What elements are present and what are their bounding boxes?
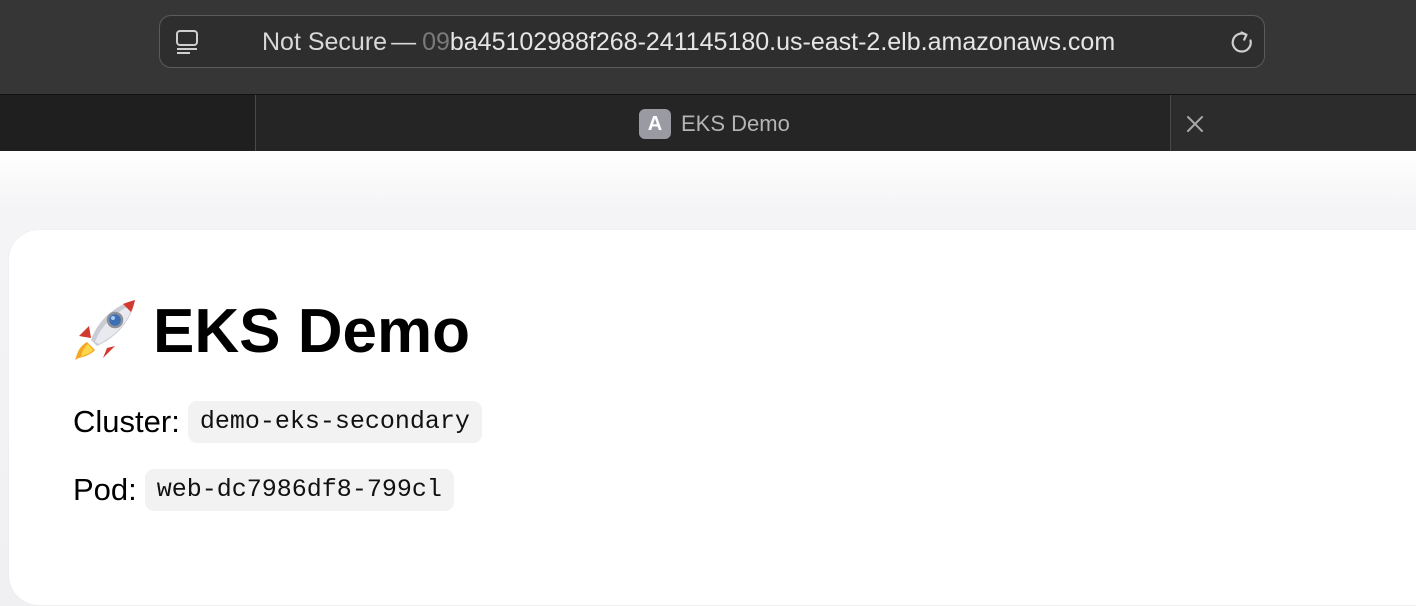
info-card: EKS Demo Cluster: demo-eks-secondary Pod:…	[9, 230, 1416, 605]
close-icon[interactable]	[1182, 111, 1208, 137]
cluster-row: Cluster: demo-eks-secondary	[73, 401, 482, 443]
url-faded-prefix: 09	[422, 28, 450, 56]
reload-icon[interactable]	[1229, 29, 1257, 57]
tab-favicon: A	[639, 109, 671, 139]
page-menu-icon[interactable]	[174, 29, 200, 55]
page-title: EKS Demo	[73, 296, 470, 368]
url-separator: —	[391, 28, 417, 56]
cluster-label: Cluster:	[73, 404, 180, 439]
rocket-icon	[73, 296, 143, 362]
pod-label: Pod:	[73, 472, 137, 507]
pod-row: Pod: web-dc7986df8-799cl	[73, 469, 454, 511]
tab-strip: A EKS Demo	[0, 94, 1416, 152]
browser-toolbar: Not Secure —09ba45102988f268-241145180.us…	[0, 0, 1416, 94]
cluster-value: demo-eks-secondary	[187, 401, 482, 443]
tab-title[interactable]: EKS Demo	[681, 109, 790, 139]
pod-value: web-dc7986df8-799cl	[144, 469, 454, 511]
page-viewport: EKS Demo Cluster: demo-eks-secondary Pod:…	[0, 151, 1416, 606]
address-bar[interactable]: Not Secure —09ba45102988f268-241145180.us…	[159, 15, 1265, 68]
url-text[interactable]: Not Secure —09ba45102988f268-241145180.us…	[262, 28, 1115, 56]
url-host: ba45102988f268-241145180.us-east-2.elb.a…	[449, 28, 1116, 56]
security-label: Not Secure	[262, 28, 388, 56]
page-heading-text: EKS Demo	[153, 297, 470, 366]
